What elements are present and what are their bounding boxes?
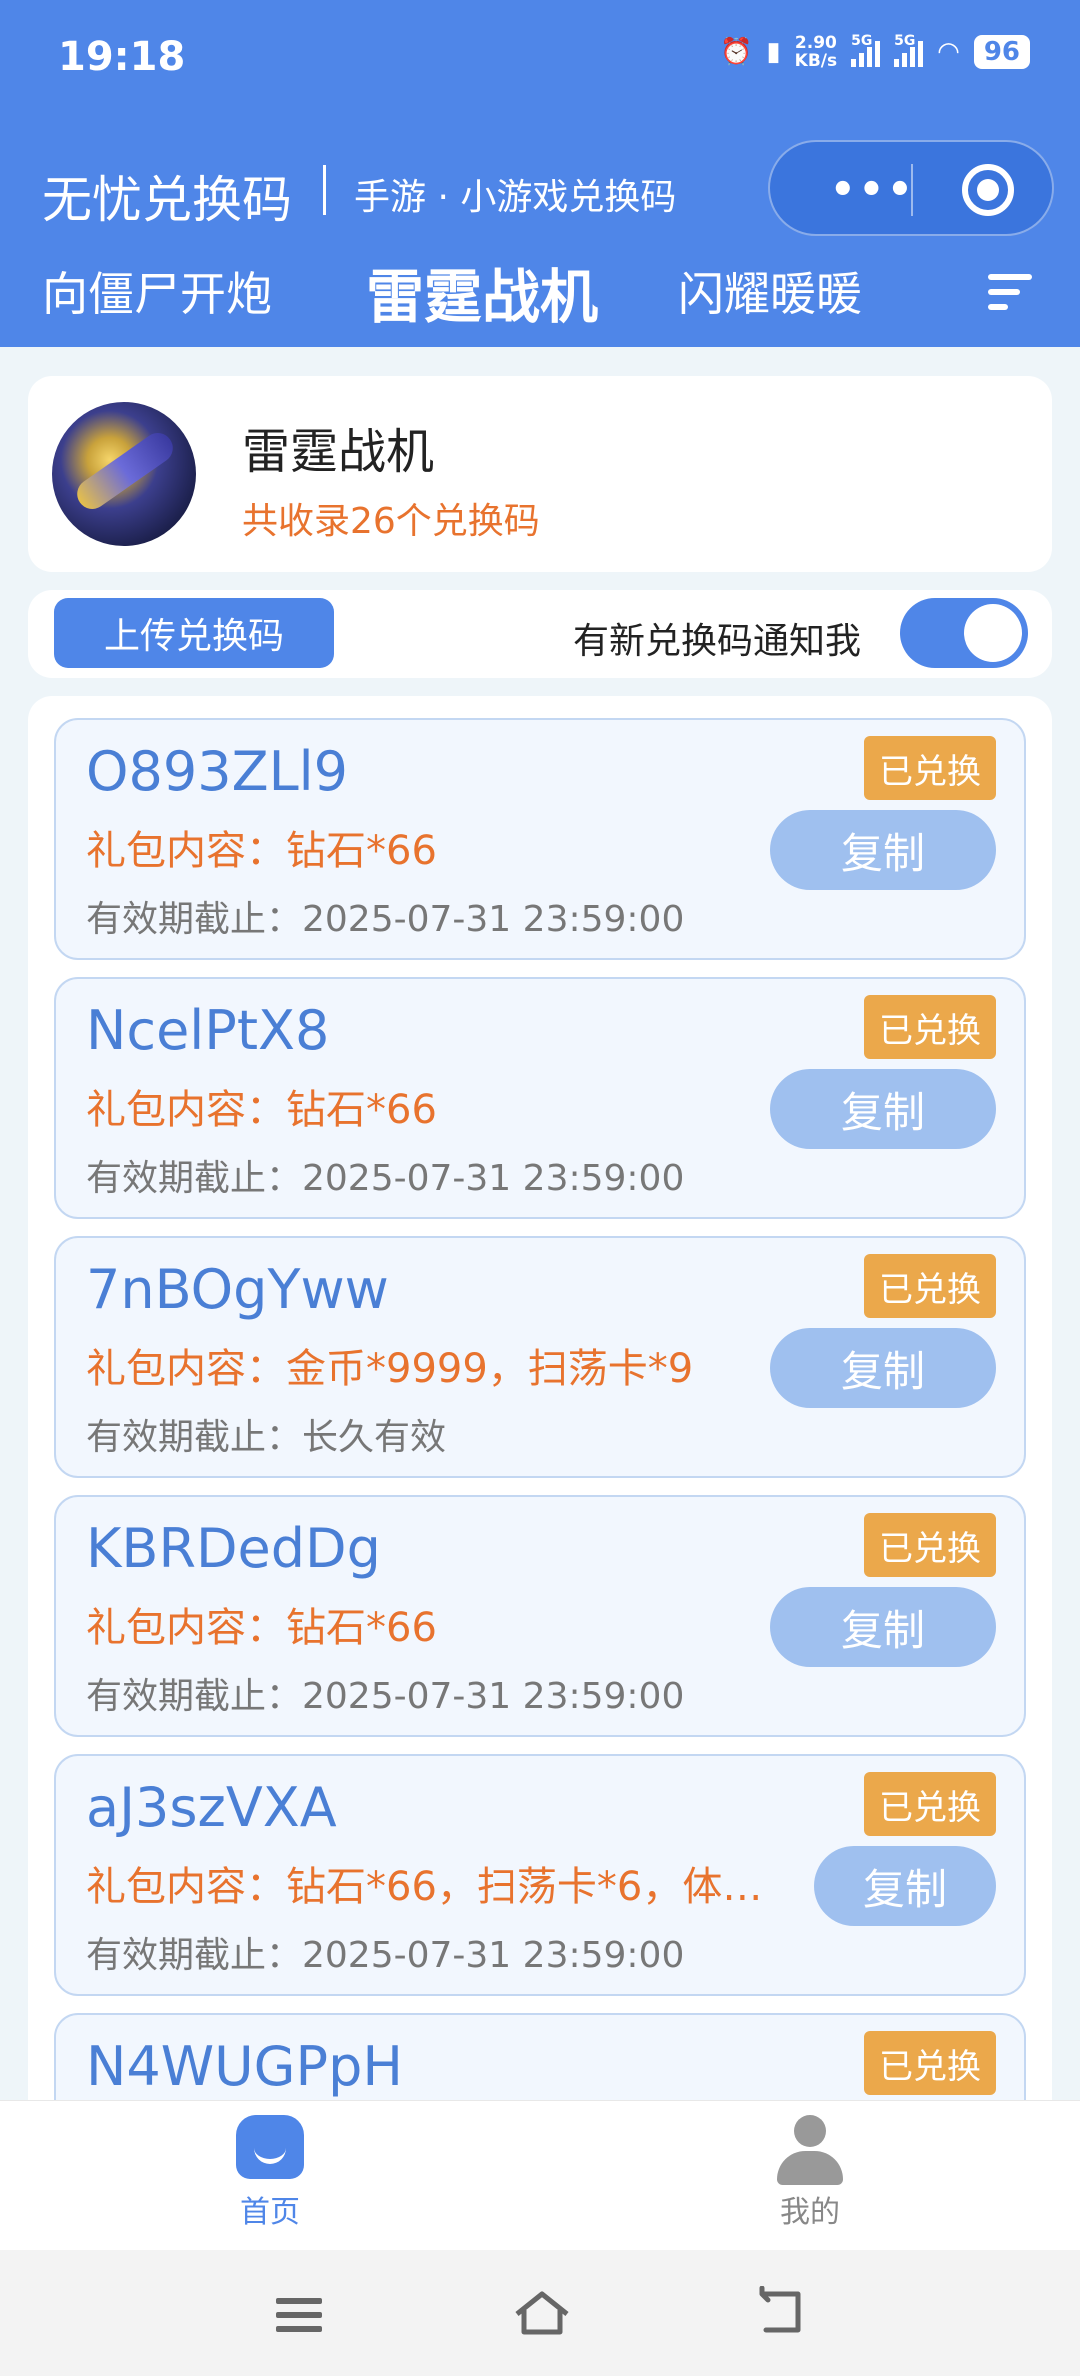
vibrate-icon: ▮ (766, 37, 781, 67)
system-back-icon[interactable] (752, 2286, 808, 2338)
notify-label: 有新兑换码通知我 (573, 621, 862, 662)
upload-code-button[interactable]: 上传兑换码 (54, 598, 334, 668)
capsule-divider (911, 164, 913, 216)
network-type-2: 5G (894, 33, 916, 49)
game-avatar (52, 402, 196, 546)
copy-button[interactable]: 复制 (770, 810, 996, 890)
redeemed-badge: 已兑换 (864, 1254, 996, 1318)
app-title: 无忧兑换码 (42, 171, 292, 229)
code-list: O893ZLl9 礼包内容：钻石*66 有效期截止：2025-07-31 23:… (28, 696, 1052, 2100)
nav-me[interactable]: 我的 (710, 2115, 910, 2231)
status-icons: ⏰ ▮ 2.90 KB/s 5G 5G ◠ 96 (719, 33, 1030, 70)
game-tabs: 向僵尸开炮 雷霆战机 闪耀暖暖 (0, 258, 1080, 334)
expiry-date: 有效期截止：2025-07-31 23:59:00 (86, 1676, 685, 1717)
code-text: KBRDedDg (86, 1517, 381, 1580)
redeemed-badge: 已兑换 (864, 736, 996, 800)
title-divider (323, 165, 326, 215)
expiry-date: 有效期截止：2025-07-31 23:59:00 (86, 1935, 685, 1976)
tab-game-2[interactable]: 雷霆战机 (366, 250, 598, 334)
system-menu-icon[interactable] (276, 2298, 322, 2340)
signal-icon-2: 5G (894, 33, 924, 67)
code-card: O893ZLl9 礼包内容：钻石*66 有效期截止：2025-07-31 23:… (54, 718, 1026, 960)
home-icon (236, 2115, 304, 2179)
expiry-date: 有效期截止：2025-07-31 23:59:00 (86, 1158, 685, 1199)
network-speed: 2.90 KB/s (795, 34, 837, 70)
gift-content: 礼包内容：钻石*66，扫荡卡*6，体… (86, 1864, 763, 1910)
bottom-nav: 首页 我的 (0, 2100, 1080, 2250)
redeemed-badge: 已兑换 (864, 995, 996, 1059)
status-time: 19:18 (58, 34, 186, 80)
code-card: 7nBOgYww 礼包内容：金币*9999，扫荡卡*9 有效期截止：长久有效 已… (54, 1236, 1026, 1478)
system-home-icon[interactable] (512, 2288, 572, 2338)
user-icon (775, 2115, 845, 2185)
gift-content: 礼包内容：钻石*66 (86, 1087, 437, 1133)
code-text: 7nBOgYww (86, 1258, 389, 1321)
code-card: KBRDedDg 礼包内容：钻石*66 有效期截止：2025-07-31 23:… (54, 1495, 1026, 1737)
expiry-date: 有效期截止：长久有效 (86, 1417, 447, 1458)
speed-value: 2.90 (794, 33, 837, 53)
tab-game-1[interactable]: 向僵尸开炮 (42, 258, 272, 324)
menu-lines-icon[interactable] (988, 274, 1032, 319)
more-dots-icon[interactable]: ••• (830, 167, 916, 213)
system-nav-bar (0, 2250, 1080, 2376)
code-count: 共收录26个兑换码 (242, 501, 540, 542)
notify-toggle[interactable] (900, 598, 1028, 668)
action-bar: 上传兑换码 有新兑换码通知我 (28, 590, 1052, 678)
miniprogram-capsule: ••• (768, 140, 1054, 236)
nav-home[interactable]: 首页 (170, 2115, 370, 2231)
copy-button[interactable]: 复制 (770, 1328, 996, 1408)
expiry-date: 有效期截止：2025-07-31 23:59:00 (86, 899, 685, 940)
gift-content: 礼包内容：钻石*66 (86, 1605, 437, 1651)
speed-unit: KB/s (794, 51, 838, 71)
code-card: aJ3szVXA 礼包内容：钻石*66，扫荡卡*6，体… 有效期截止：2025-… (54, 1754, 1026, 1996)
code-text: N4WUGPpH (86, 2035, 403, 2098)
signal-icon-1: 5G (851, 33, 881, 67)
code-card: N4WUGPpH 已兑换 (54, 2013, 1026, 2100)
tab-game-3[interactable]: 闪耀暖暖 (678, 258, 862, 324)
code-text: NcelPtX8 (86, 999, 330, 1062)
nav-home-label: 首页 (240, 2195, 300, 2230)
battery-icon: 96 (973, 35, 1030, 69)
code-card: NcelPtX8 礼包内容：钻石*66 有效期截止：2025-07-31 23:… (54, 977, 1026, 1219)
code-text: aJ3szVXA (86, 1776, 337, 1839)
copy-button[interactable]: 复制 (770, 1587, 996, 1667)
game-info-card: 雷霆战机 共收录26个兑换码 (28, 376, 1052, 572)
redeemed-badge: 已兑换 (864, 2031, 996, 2095)
alarm-icon: ⏰ (719, 37, 753, 67)
top-header: 19:18 ⏰ ▮ 2.90 KB/s 5G 5G ◠ 96 无忧兑换码 手游 … (0, 0, 1080, 347)
redeemed-badge: 已兑换 (864, 1513, 996, 1577)
nav-me-label: 我的 (780, 2195, 840, 2230)
code-text: O893ZLl9 (86, 740, 349, 803)
copy-button[interactable]: 复制 (770, 1069, 996, 1149)
wifi-icon: ◠ (937, 37, 960, 67)
target-circle-icon[interactable] (962, 164, 1014, 216)
game-name: 雷霆战机 (242, 424, 435, 480)
app-subtitle: 手游 · 小游戏兑换码 (354, 177, 677, 218)
network-type-1: 5G (851, 33, 873, 49)
gift-content: 礼包内容：钻石*66 (86, 828, 437, 874)
copy-button[interactable]: 复制 (814, 1846, 996, 1926)
gift-content: 礼包内容：金币*9999，扫荡卡*9 (86, 1346, 694, 1392)
redeemed-badge: 已兑换 (864, 1772, 996, 1836)
